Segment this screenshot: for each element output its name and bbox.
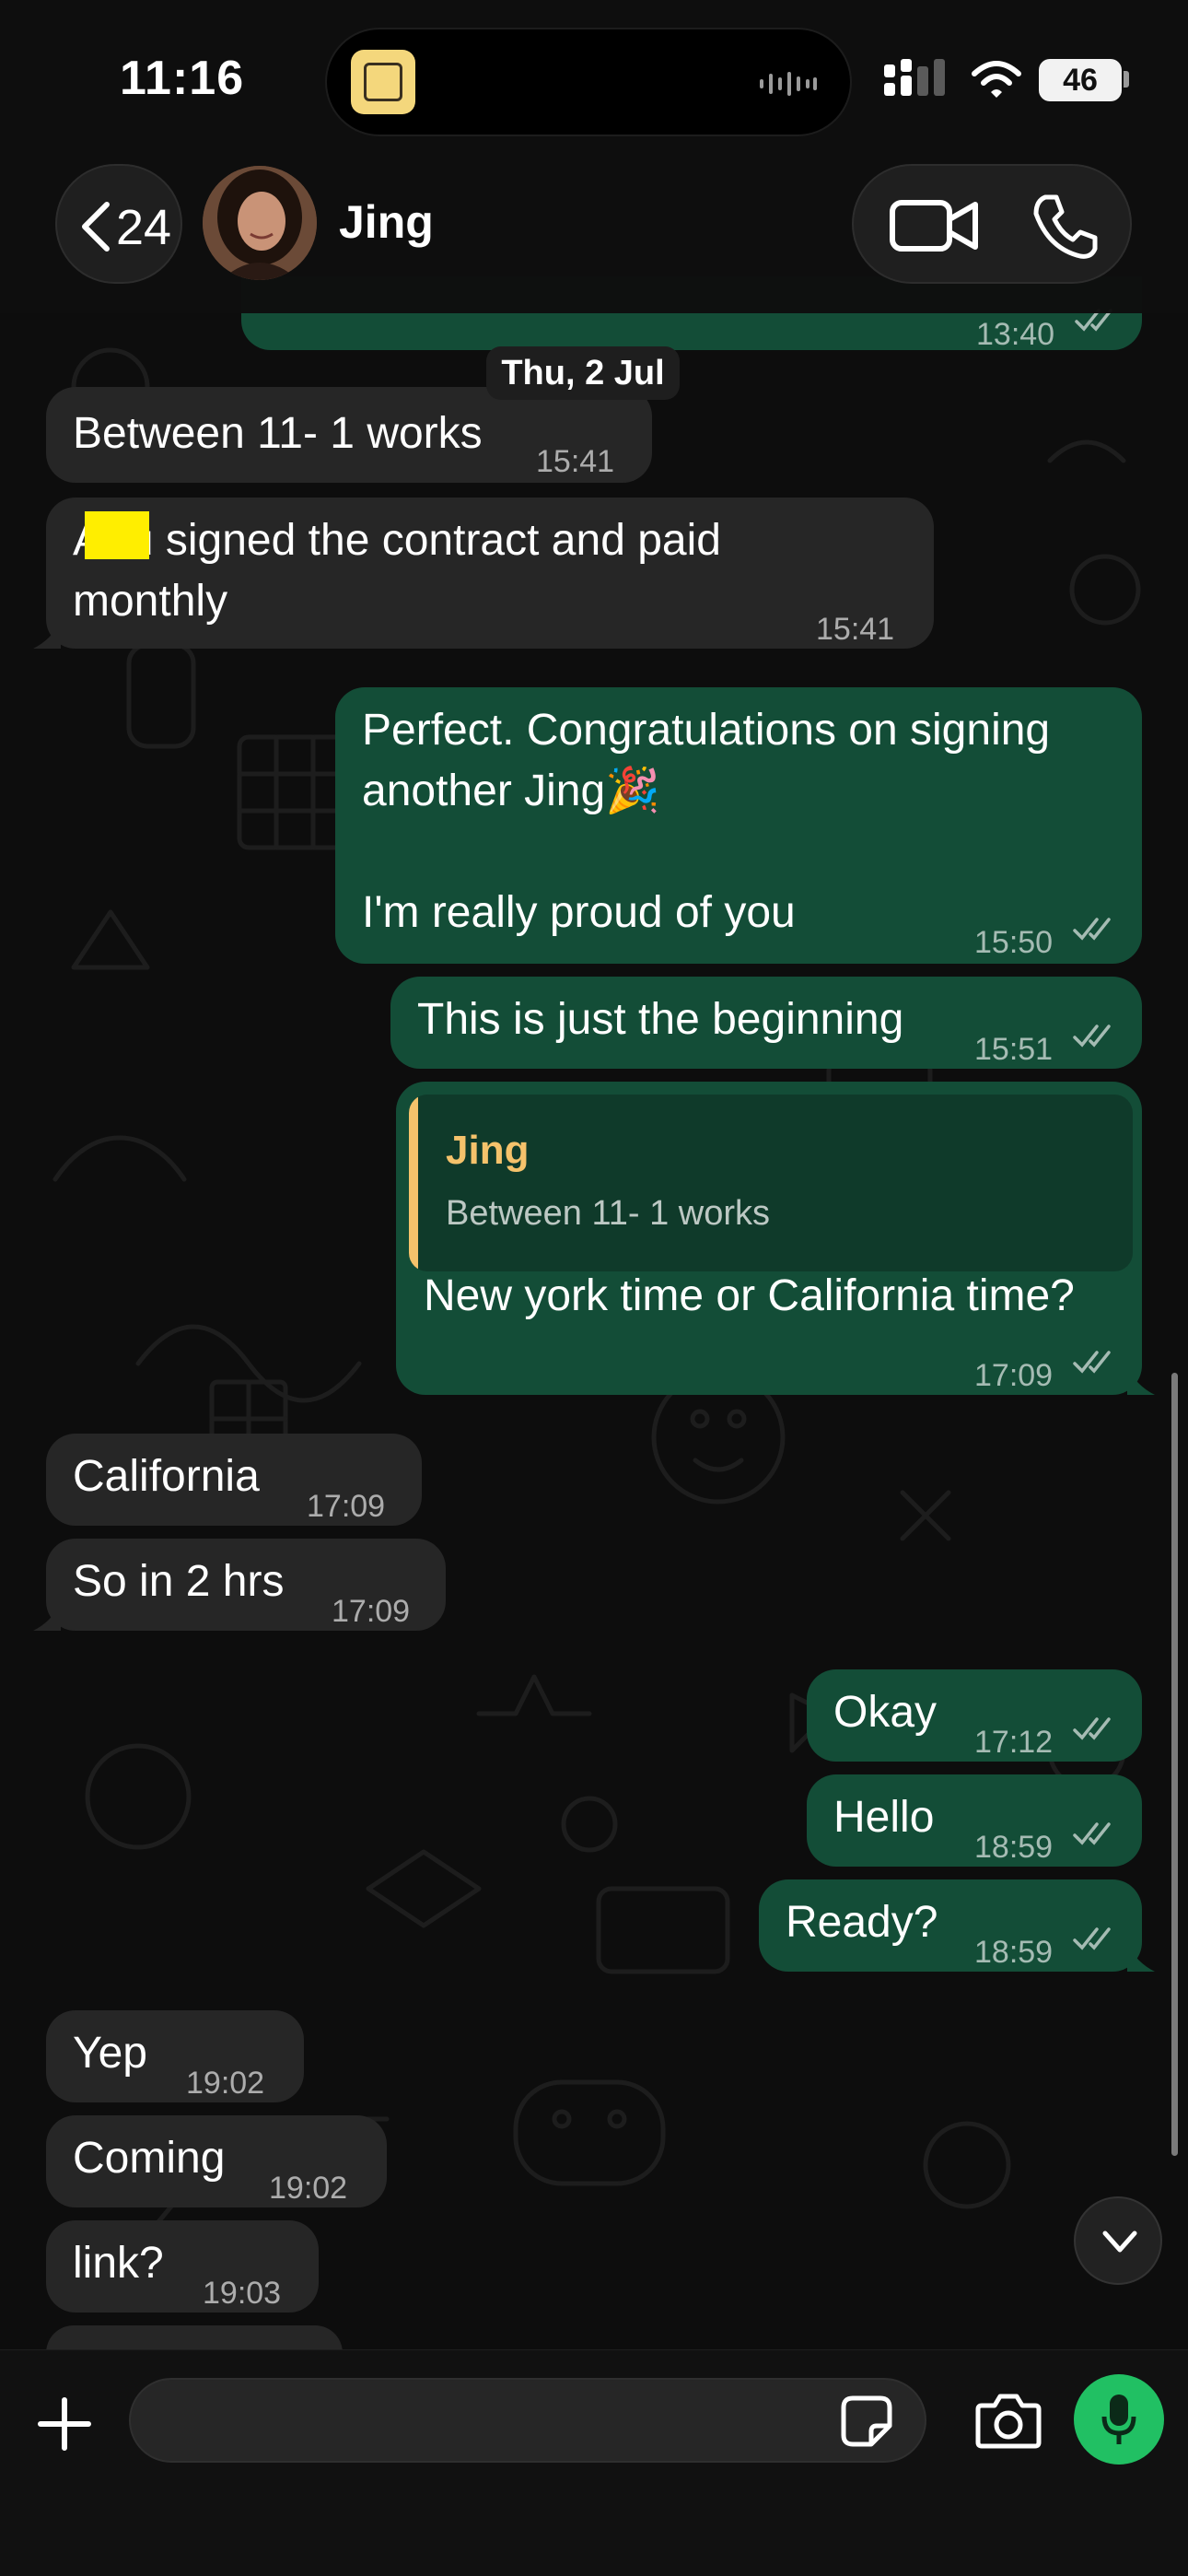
- video-camera-icon[interactable]: [889, 193, 981, 258]
- message-text: This is just the beginning: [417, 995, 904, 1044]
- message-bubble-outgoing[interactable]: Perfect. Congratulations on signing anot…: [335, 687, 1142, 964]
- message-input[interactable]: [129, 2378, 926, 2463]
- message-time: 18:59: [974, 1830, 1054, 1865]
- message-text: California: [73, 1452, 260, 1501]
- message-time: 15:51: [974, 1032, 1054, 1067]
- message-text: So in 2 hrs: [73, 1557, 285, 1606]
- quoted-message[interactable]: Jing Between 11- 1 works: [409, 1095, 1133, 1271]
- chevron-down-icon: [1102, 2231, 1137, 2253]
- message-bubble-incoming[interactable]: link? 19:03: [46, 2220, 319, 2313]
- back-button[interactable]: 24: [55, 164, 182, 284]
- battery-nub: [1124, 71, 1129, 88]
- message-time: 17:12: [974, 1725, 1054, 1760]
- avatar-image: [203, 166, 317, 280]
- message-text: Between 11- 1 works: [73, 409, 483, 458]
- message-time: 15:41: [536, 444, 615, 479]
- message-text-line: Perfect. Congratulations on signing: [362, 706, 1051, 755]
- message-time: 19:02: [186, 2066, 265, 2101]
- message-text: Okay: [833, 1688, 938, 1737]
- phone-icon[interactable]: [1031, 192, 1101, 262]
- battery-indicator: 46: [1039, 59, 1122, 101]
- message-time: 17:09: [307, 1489, 386, 1524]
- message-text-line: I'm really proud of you: [362, 888, 796, 937]
- double-check-icon: [1073, 1025, 1111, 1048]
- sticker-icon[interactable]: [840, 2395, 893, 2448]
- live-activity-app-icon: [351, 50, 415, 114]
- double-check-icon: [1073, 1822, 1111, 1845]
- message-text: link?: [73, 2239, 164, 2288]
- back-chevron-icon: [82, 202, 110, 252]
- message-bubble-incoming[interactable]: Between 11- 1 works 15:41: [46, 387, 652, 483]
- bubble-tail: [1127, 1367, 1155, 1395]
- message-time: 18:59: [974, 1935, 1054, 1970]
- contact-avatar[interactable]: [203, 166, 317, 280]
- double-check-icon: [1073, 1927, 1111, 1950]
- contact-name[interactable]: Jing: [339, 195, 434, 249]
- chat-scrollbar[interactable]: [1171, 1373, 1178, 2156]
- camera-icon[interactable]: [974, 2391, 1042, 2450]
- message-text-line: monthly: [73, 577, 228, 626]
- message-bubble-incoming[interactable]: California 17:09: [46, 1434, 422, 1526]
- message-text: Ready?: [786, 1898, 938, 1947]
- message-time: 15:50: [974, 925, 1054, 960]
- chat-area[interactable]: 13:40 Thu, 2 Jul Between 11- 1 works 15:…: [0, 0, 1188, 2349]
- date-separator: Thu, 2 Jul: [486, 346, 680, 400]
- quote-accent-bar: [409, 1095, 418, 1271]
- bubble-tail: [33, 621, 61, 649]
- message-bubble-outgoing[interactable]: Ready? 18:59: [759, 1879, 1155, 1972]
- double-check-icon: [1073, 1717, 1111, 1740]
- message-text: Yep: [73, 2029, 147, 2078]
- message-time: 17:09: [332, 1594, 411, 1629]
- microphone-icon: [1101, 2395, 1136, 2444]
- plus-icon[interactable]: [35, 2395, 94, 2453]
- double-check-icon: [1073, 918, 1111, 941]
- chat-header: 11:16 46 24 Jing: [0, 0, 1188, 313]
- double-check-icon: [1073, 1351, 1111, 1374]
- message-bubble-outgoing[interactable]: Okay 17:12: [807, 1669, 1142, 1762]
- scroll-to-bottom-button[interactable]: [1074, 2196, 1162, 2285]
- dynamic-island[interactable]: [325, 28, 852, 136]
- redaction-mark: [85, 511, 149, 559]
- message-text: Hello: [833, 1793, 935, 1842]
- message-text-line: A u signed the contract and paid: [73, 516, 721, 565]
- message-time: 19:03: [203, 2276, 282, 2311]
- status-bar-time: 11:16: [120, 52, 245, 105]
- signal-icon: [884, 59, 945, 96]
- message-bubble-incoming[interactable]: Yep 19:02: [46, 2010, 304, 2102]
- wifi-icon: [972, 61, 1021, 98]
- message-time: 19:02: [269, 2171, 348, 2206]
- message-time: 17:09: [974, 1358, 1054, 1393]
- message-bubble-outgoing[interactable]: Hello 18:59: [807, 1774, 1142, 1867]
- message-text: Coming: [73, 2134, 226, 2183]
- message-composer: [0, 2349, 1188, 2576]
- unread-count: 24: [116, 200, 172, 255]
- quote-sender: Jing: [446, 1128, 530, 1173]
- bubble-tail: [1127, 1944, 1155, 1972]
- message-bubble-incoming[interactable]: A u signed the contract and paid monthly…: [33, 498, 934, 649]
- message-bubble-outgoing-reply[interactable]: Jing Between 11- 1 works New york time o…: [396, 1082, 1155, 1395]
- message-bubble-incoming[interactable]: Coming 19:02: [46, 2115, 387, 2207]
- message-text: New york time or California time?: [424, 1271, 1075, 1320]
- quote-text: Between 11- 1 works: [446, 1194, 771, 1233]
- message-bubble-outgoing[interactable]: This is just the beginning 15:51: [390, 977, 1142, 1069]
- bubble-tail: [33, 1603, 61, 1631]
- message-bubble-incoming-partial[interactable]: [46, 2325, 343, 2349]
- audio-waveform-icon: [760, 72, 817, 96]
- message-time: 15:41: [816, 612, 895, 647]
- voice-message-button[interactable]: [1074, 2374, 1164, 2465]
- message-text-line: another Jing🎉: [362, 767, 660, 815]
- message-bubble-incoming[interactable]: So in 2 hrs 17:09: [33, 1539, 446, 1631]
- status-bar-icons: 46: [882, 55, 1131, 101]
- call-actions: [852, 164, 1132, 284]
